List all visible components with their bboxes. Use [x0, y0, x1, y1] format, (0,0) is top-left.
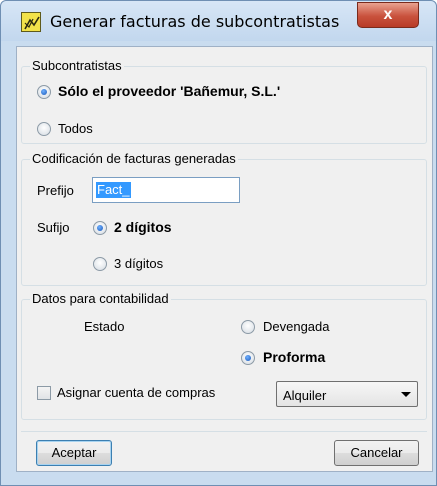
- chevron-down-icon: [401, 392, 411, 397]
- todos-radio[interactable]: [37, 122, 51, 136]
- codificacion-legend: Codificación de facturas generadas: [30, 151, 238, 166]
- dos-digitos-label[interactable]: 2 dígitos: [114, 219, 172, 235]
- asignar-cuenta-checkbox[interactable]: [37, 386, 51, 400]
- window-title: Generar facturas de subcontratistas: [50, 12, 340, 31]
- tres-digitos-label[interactable]: 3 dígitos: [114, 256, 163, 271]
- app-icon: [21, 12, 41, 32]
- prefijo-label: Prefijo: [37, 183, 74, 198]
- contabilidad-legend: Datos para contabilidad: [30, 291, 171, 306]
- cuenta-compras-dropdown[interactable]: Alquiler: [276, 381, 418, 407]
- cuenta-compras-value: Alquiler: [283, 388, 327, 403]
- button-separator: [21, 431, 427, 432]
- cancelar-button[interactable]: Cancelar: [334, 440, 419, 466]
- estado-label: Estado: [84, 319, 125, 334]
- proforma-label[interactable]: Proforma: [263, 349, 325, 365]
- asignar-cuenta-label[interactable]: Asignar cuenta de compras: [57, 385, 215, 400]
- dialog-window: Generar facturas de subcontratistas x Su…: [0, 0, 437, 486]
- dialog-body: Subcontratistas Sólo el proveedor 'Bañem…: [16, 46, 433, 472]
- tres-digitos-radio[interactable]: [93, 257, 107, 271]
- devengada-label[interactable]: Devengada: [263, 319, 330, 334]
- todos-label[interactable]: Todos: [58, 121, 93, 136]
- prefijo-input[interactable]: Fact_: [92, 177, 240, 203]
- solo-proveedor-label[interactable]: Sólo el proveedor 'Bañemur, S.L.': [58, 83, 280, 99]
- dos-digitos-radio[interactable]: [93, 221, 107, 235]
- proforma-radio[interactable]: [241, 351, 255, 365]
- solo-proveedor-radio[interactable]: [37, 85, 51, 99]
- close-button[interactable]: x: [357, 2, 419, 28]
- prefijo-value: Fact_: [96, 182, 131, 198]
- title-bar[interactable]: Generar facturas de subcontratistas x: [1, 1, 436, 41]
- sufijo-label: Sufijo: [37, 220, 70, 235]
- aceptar-button[interactable]: Aceptar: [36, 440, 112, 466]
- devengada-radio[interactable]: [241, 320, 255, 334]
- subcontratistas-legend: Subcontratistas: [30, 58, 124, 73]
